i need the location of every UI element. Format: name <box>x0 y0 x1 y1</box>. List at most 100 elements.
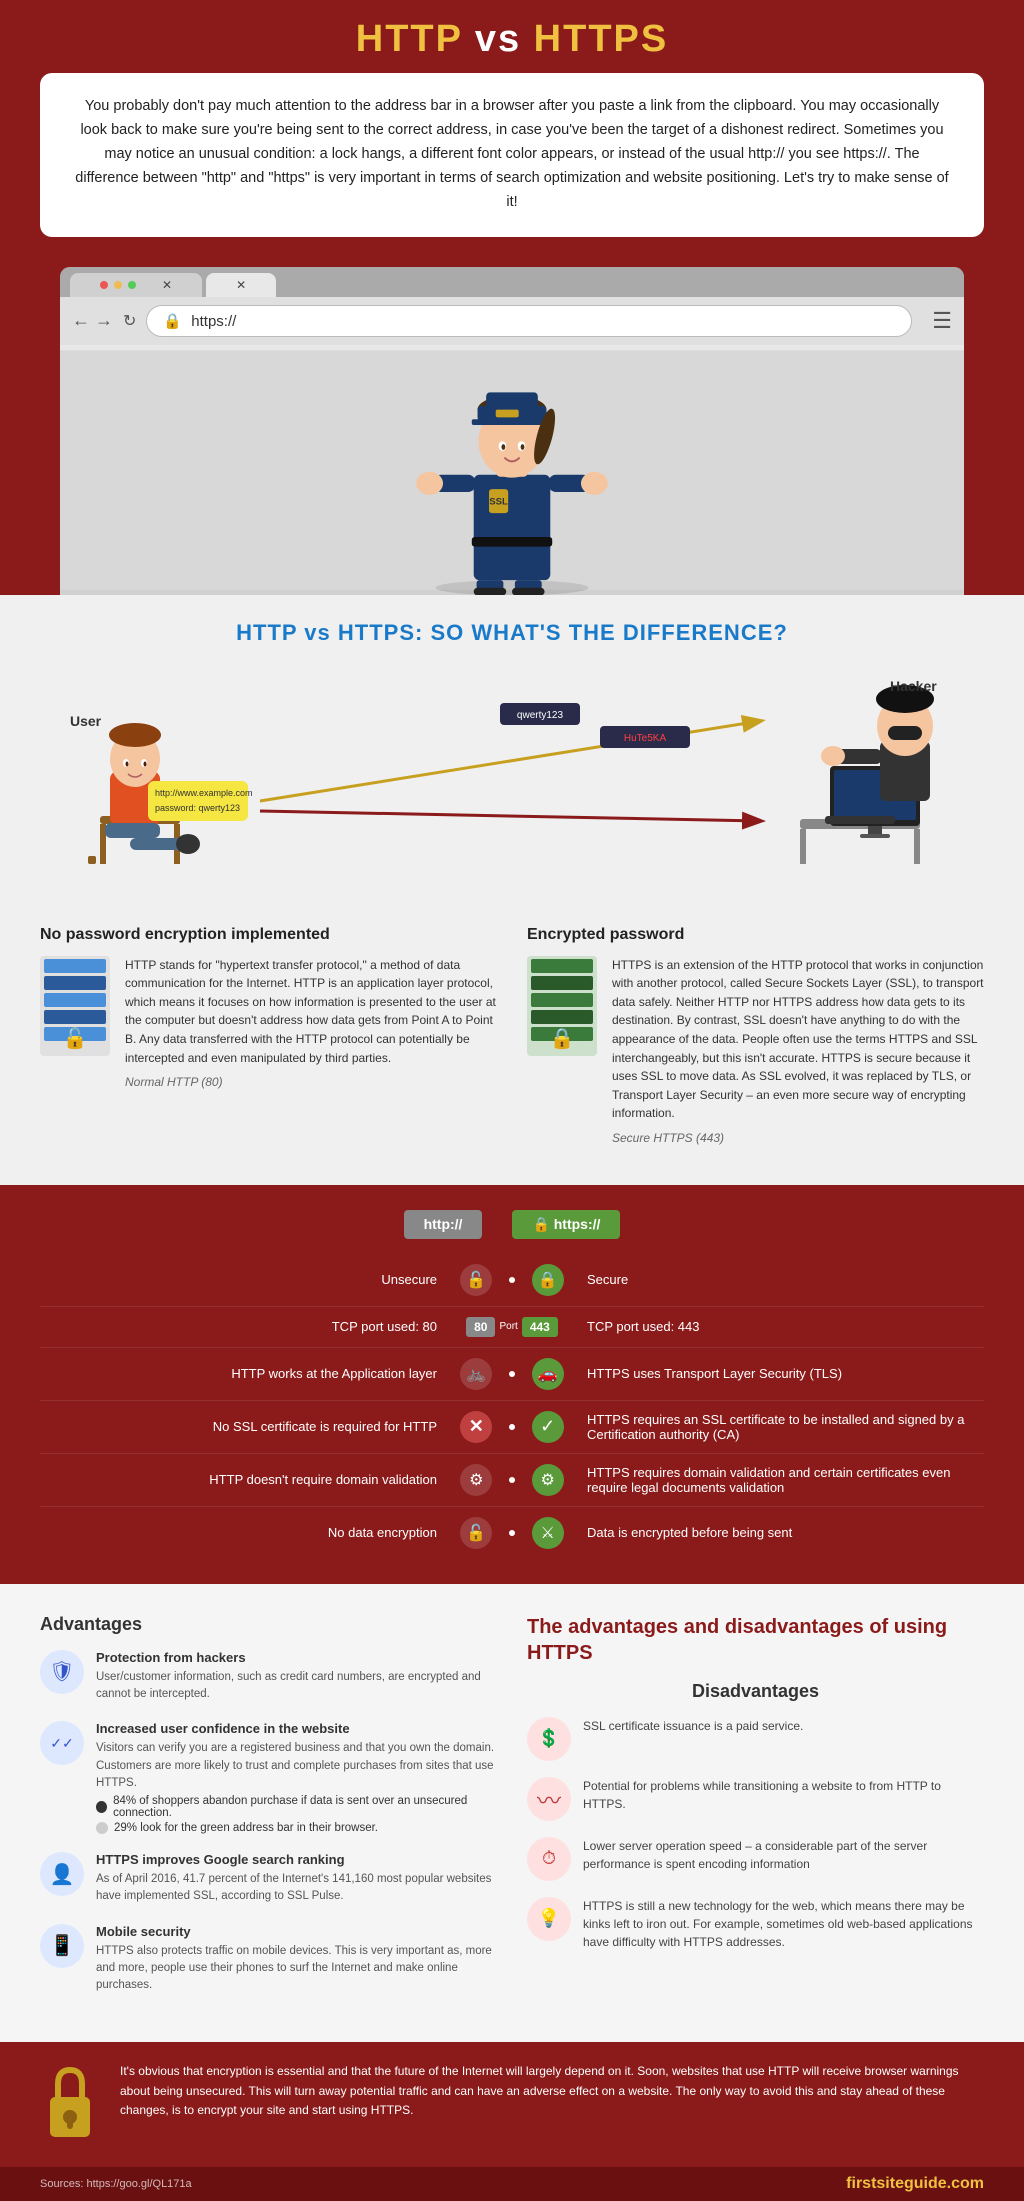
row2-icons: 80 Port 443 <box>452 1317 572 1337</box>
intro-section: You probably don't pay much attention to… <box>0 73 1024 267</box>
disadvantages-title: Disadvantages <box>527 1681 984 1702</box>
stat-dot-84 <box>96 1801 107 1813</box>
row6-left: No data encryption <box>40 1525 452 1540</box>
address-bar[interactable]: 🔒 https:// <box>146 305 912 337</box>
brand-first: first <box>846 2175 876 2192</box>
svg-text:SSL: SSL <box>489 496 508 507</box>
adv-icon-3: 👤 <box>40 1852 84 1896</box>
https-label: HTTPS <box>534 18 669 60</box>
http-lock-icon: 🔓 <box>63 1026 88 1051</box>
page-title: HTTP vs HTTPS <box>20 18 1004 61</box>
brand-guide: guide <box>904 2175 947 2192</box>
row6-icon-left: 🔓 <box>460 1517 492 1549</box>
port-separator: Port <box>499 1321 517 1332</box>
tab-dot-yellow <box>114 281 122 289</box>
row1-left: Unsecure <box>40 1272 452 1287</box>
disadv-text-3: Lower server operation speed – a conside… <box>583 1837 984 1873</box>
browser-nav: ← → ↻ 🔒 https:// ☰ <box>60 297 964 345</box>
row5-icon-left: ⚙ <box>460 1464 492 1496</box>
hamburger-menu[interactable]: ☰ <box>932 308 952 334</box>
adv-text-4: Mobile security HTTPS also protects traf… <box>96 1924 497 1995</box>
footer-text: It's obvious that encryption is essentia… <box>120 2062 984 2120</box>
row5-icon-right: ⚙ <box>532 1464 564 1496</box>
adv-desc-4: HTTPS also protects traffic on mobile de… <box>96 1943 497 1995</box>
browser-content: SSL <box>60 345 964 595</box>
intro-text: You probably don't pay much attention to… <box>75 95 949 215</box>
advantages-title: Advantages <box>40 1614 497 1635</box>
tab-close-2[interactable]: ✕ <box>236 278 246 292</box>
http-badge: http:// <box>404 1210 483 1239</box>
adv-text-3: HTTPS improves Google search ranking As … <box>96 1852 497 1906</box>
browser-window: ✕ ✕ ← → ↻ 🔒 https:// ☰ <box>60 267 964 595</box>
svg-text:http://www.example.com: http://www.example.com <box>155 788 253 798</box>
svg-text:qwerty123: qwerty123 <box>517 710 564 721</box>
intro-box: You probably don't pay much attention to… <box>40 73 984 237</box>
adv-icon-4: 📱 <box>40 1924 84 1968</box>
footer-lock-illustration <box>40 2062 100 2147</box>
row3-right: HTTPS uses Transport Layer Security (TLS… <box>572 1366 984 1381</box>
https-badge: 🔒 https:// <box>512 1210 620 1239</box>
stat-row-84: 84% of shoppers abandon purchase if data… <box>96 1795 497 1819</box>
advantages-column: Advantages 🛡 Protection from hackers Use… <box>40 1614 497 2013</box>
disadv-text-2: Potential for problems while transitioni… <box>583 1777 984 1813</box>
address-text: https:// <box>191 313 236 330</box>
row4-icons: ✕ ✓ <box>452 1411 572 1443</box>
row2-right: TCP port used: 443 <box>572 1319 984 1334</box>
adv-icon-2: ✓✓ <box>40 1721 84 1765</box>
https-bar-4 <box>531 1010 593 1024</box>
comparison-columns: No password encryption implemented 🔓 HTT… <box>40 926 984 1155</box>
feature-row-5: HTTP doesn't require domain validation ⚙… <box>40 1454 984 1507</box>
row2-left: TCP port used: 80 <box>40 1319 452 1334</box>
row6-right: Data is encrypted before being sent <box>572 1525 984 1540</box>
disadvantages-column: The advantages and disadvantages of usin… <box>527 1614 984 2013</box>
disadvantage-item-4: 💡 HTTPS is still a new technology for th… <box>527 1897 984 1951</box>
https-column: Encrypted password 🔒 HTTPS is an extensi… <box>527 926 984 1155</box>
row3-icon-right: 🚗 <box>532 1358 564 1390</box>
http-server-row: 🔓 HTTP stands for "hypertext transfer pr… <box>40 956 497 1090</box>
adv-desc-2: Visitors can verify you are a registered… <box>96 1740 497 1792</box>
forward-button[interactable]: → <box>95 310 113 331</box>
https-col-title: Encrypted password <box>527 926 984 944</box>
police-illustration: SSL <box>60 345 964 595</box>
disadv-text-4: HTTPS is still a new technology for the … <box>583 1897 984 1951</box>
back-button[interactable]: ← <box>72 310 90 331</box>
row6-divider <box>509 1530 515 1536</box>
tab-close-1[interactable]: ✕ <box>162 278 172 292</box>
https-server-graphic: 🔒 <box>527 956 597 1056</box>
disadv-icon-2: 〰 <box>527 1777 571 1821</box>
port-443: 443 <box>522 1317 558 1337</box>
brand-site: site <box>876 2175 904 2192</box>
advantage-item-1: 🛡 Protection from hackers User/customer … <box>40 1650 497 1704</box>
https-label: Secure HTTPS (443) <box>612 1131 984 1145</box>
difference-title: HTTP vs HTTPS: SO WHAT'S THE DIFFERENCE? <box>40 620 984 646</box>
server-bar-4 <box>44 1010 106 1024</box>
footer-lock-svg <box>40 2062 100 2142</box>
server-bar-3 <box>44 993 106 1007</box>
server-bar-2 <box>44 976 106 990</box>
browser-tabs: ✕ ✕ <box>60 267 964 297</box>
stat-dot-29 <box>96 1822 108 1834</box>
row4-left: No SSL certificate is required for HTTP <box>40 1419 452 1434</box>
https-bar-1 <box>531 959 593 973</box>
https-server-row: 🔒 HTTPS is an extension of the HTTP prot… <box>527 956 984 1145</box>
adv-disadv-title: The advantages and disadvantages of usin… <box>527 1614 984 1666</box>
feature-row-1: Unsecure 🔓 🔒 Secure <box>40 1254 984 1307</box>
adv-title-4: Mobile security <box>96 1924 497 1939</box>
row4-right: HTTPS requires an SSL certificate to be … <box>572 1412 984 1442</box>
browser-section: ✕ ✕ ← → ↻ 🔒 https:// ☰ <box>0 267 1024 595</box>
brand-com: .com <box>947 2175 984 2192</box>
row4-icon-left: ✕ <box>460 1411 492 1443</box>
disadv-icon-4: 💡 <box>527 1897 571 1941</box>
row6-icon-right: ⚔ <box>532 1517 564 1549</box>
refresh-button[interactable]: ↻ <box>123 311 136 331</box>
disadvantage-item-3: ⏱ Lower server operation speed – a consi… <box>527 1837 984 1881</box>
footer-bottom: Sources: https://goo.gl/QL171a firstsite… <box>0 2167 1024 2201</box>
server-bar-1 <box>44 959 106 973</box>
footer-source: Sources: https://goo.gl/QL171a <box>40 2178 192 2190</box>
row5-divider <box>509 1477 515 1483</box>
disadv-icon-1: 💲 <box>527 1717 571 1761</box>
http-text: HTTP stands for "hypertext transfer prot… <box>125 956 497 1068</box>
row1-divider <box>509 1277 515 1283</box>
nav-arrows: ← → <box>72 310 113 331</box>
svg-text:HuTe5KA: HuTe5KA <box>624 733 667 744</box>
